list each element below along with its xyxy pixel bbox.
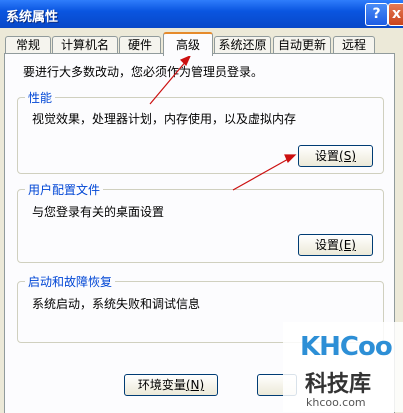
arrow-to-advanced-tab	[149, 59, 188, 105]
arrow-to-performance-settings	[232, 157, 291, 191]
arrow-head-performance	[284, 154, 297, 164]
tab-advanced[interactable]: 高级	[163, 32, 213, 56]
arrow-head-advanced	[179, 54, 192, 67]
watermark-url: khcoo.com	[306, 396, 366, 409]
watermark-logo: KHCoo	[300, 332, 393, 362]
watermark-chinese-name: 科技库	[305, 372, 372, 397]
